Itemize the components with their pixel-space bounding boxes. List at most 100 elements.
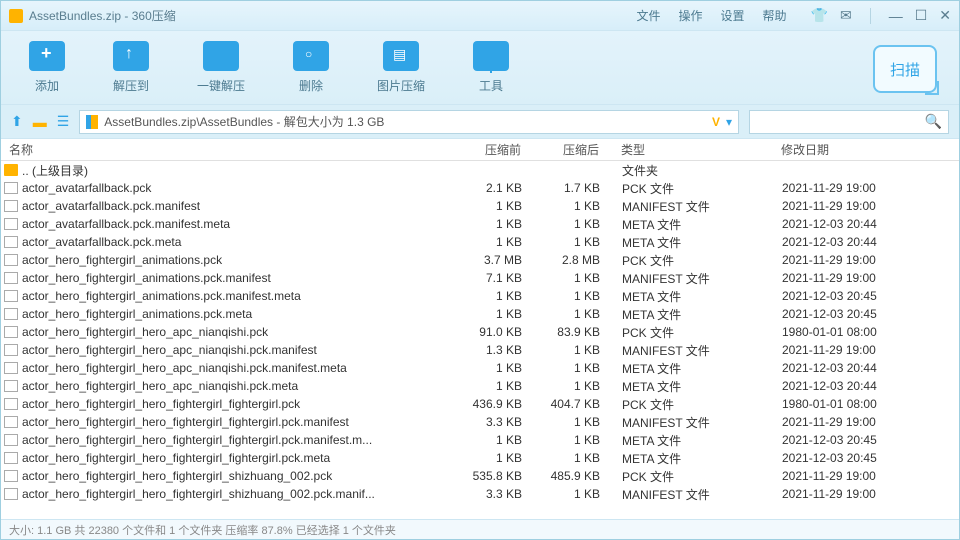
file-type: MANIFEST 文件 xyxy=(612,486,772,503)
file-type: MANIFEST 文件 xyxy=(612,342,772,359)
file-row[interactable]: actor_hero_fightergirl_animations.pck.ma… xyxy=(1,269,959,287)
file-row[interactable]: actor_hero_fightergirl_hero_apc_nianqish… xyxy=(1,359,959,377)
size-pre: 1 KB xyxy=(454,361,534,375)
column-headers: 名称 压缩前 压缩后 类型 修改日期 xyxy=(1,139,959,161)
file-type: MANIFEST 文件 xyxy=(612,198,772,215)
toolbar-tools[interactable]: 工具 xyxy=(473,41,509,94)
maximize-button[interactable]: ☐ xyxy=(915,7,928,24)
file-icon xyxy=(4,236,18,248)
file-row[interactable]: actor_hero_fightergirl_hero_fightergirl_… xyxy=(1,395,959,413)
path-v-icon[interactable]: V xyxy=(712,115,720,129)
file-type: 文件夹 xyxy=(612,162,772,179)
nav-collapse-icon[interactable]: ▬ xyxy=(33,114,47,130)
size-post: 1 KB xyxy=(534,235,612,249)
file-type: MANIFEST 文件 xyxy=(612,270,772,287)
file-row[interactable]: actor_avatarfallback.pck.manifest1 KB1 K… xyxy=(1,197,959,215)
file-icon xyxy=(4,290,18,302)
col-post[interactable]: 压缩后 xyxy=(533,141,611,158)
file-name: .. (上级目录) xyxy=(22,162,454,179)
toolbar-extract-to[interactable]: 解压到 xyxy=(113,41,149,94)
path-input[interactable]: AssetBundles.zip\AssetBundles - 解包大小为 1.… xyxy=(79,110,739,134)
col-name[interactable]: 名称 xyxy=(1,141,453,158)
file-rows: .. (上级目录)文件夹actor_avatarfallback.pck2.1 … xyxy=(1,161,959,519)
file-type: META 文件 xyxy=(612,306,772,323)
toolbar-add[interactable]: 添加 xyxy=(29,41,65,94)
onekey-icon xyxy=(203,41,239,71)
skin-icon[interactable]: 👕 xyxy=(811,7,828,24)
size-post: 83.9 KB xyxy=(534,325,612,339)
status-bar: 大小: 1.1 GB 共 22380 个文件和 1 个文件夹 压缩率 87.8%… xyxy=(1,519,959,539)
file-date: 2021-11-29 19:00 xyxy=(772,415,932,429)
file-type: PCK 文件 xyxy=(612,324,772,341)
file-icon xyxy=(4,452,18,464)
file-date: 1980-01-01 08:00 xyxy=(772,325,932,339)
archive-icon xyxy=(86,115,98,129)
feedback-icon[interactable]: ✉ xyxy=(840,7,852,24)
search-box[interactable]: 🔍 xyxy=(749,110,949,134)
nav-list-icon[interactable]: ☰ xyxy=(57,113,70,130)
file-name: actor_avatarfallback.pck.meta xyxy=(22,235,454,249)
file-row[interactable]: actor_hero_fightergirl_hero_fightergirl_… xyxy=(1,413,959,431)
col-pre[interactable]: 压缩前 xyxy=(453,141,533,158)
file-date: 2021-11-29 19:00 xyxy=(772,199,932,213)
close-button[interactable]: ✕ xyxy=(939,7,951,24)
file-icon xyxy=(4,200,18,212)
path-dropdown-icon[interactable]: ▾ xyxy=(726,115,732,129)
file-type: META 文件 xyxy=(612,450,772,467)
file-icon xyxy=(4,398,18,410)
file-row[interactable]: actor_avatarfallback.pck.meta1 KB1 KBMET… xyxy=(1,233,959,251)
file-row[interactable]: actor_hero_fightergirl_hero_apc_nianqish… xyxy=(1,323,959,341)
menu-settings[interactable]: 设置 xyxy=(721,7,745,24)
file-row[interactable]: actor_hero_fightergirl_hero_fightergirl_… xyxy=(1,431,959,449)
app-icon xyxy=(9,9,23,23)
size-pre: 7.1 KB xyxy=(454,271,534,285)
toolbar-image-compress[interactable]: 图片压缩 xyxy=(377,41,425,94)
path-text: AssetBundles.zip\AssetBundles - 解包大小为 1.… xyxy=(104,113,384,130)
size-post: 1 KB xyxy=(534,379,612,393)
path-bar: ⬆ ▬ ☰ AssetBundles.zip\AssetBundles - 解包… xyxy=(1,105,959,139)
toolbar-onekey-extract[interactable]: 一键解压 xyxy=(197,41,245,94)
file-name: actor_hero_fightergirl_hero_fightergirl_… xyxy=(22,415,454,429)
file-row[interactable]: actor_hero_fightergirl_hero_apc_nianqish… xyxy=(1,341,959,359)
file-type: PCK 文件 xyxy=(612,468,772,485)
search-icon[interactable]: 🔍 xyxy=(925,113,942,130)
size-post: 1.7 KB xyxy=(534,181,612,195)
size-post: 485.9 KB xyxy=(534,469,612,483)
file-icon xyxy=(4,434,18,446)
file-row[interactable]: actor_hero_fightergirl_animations.pck.ma… xyxy=(1,287,959,305)
file-row[interactable]: actor_hero_fightergirl_animations.pck.me… xyxy=(1,305,959,323)
menu-help[interactable]: 帮助 xyxy=(763,7,787,24)
file-row[interactable]: actor_hero_fightergirl_hero_apc_nianqish… xyxy=(1,377,959,395)
file-row[interactable]: actor_hero_fightergirl_hero_fightergirl_… xyxy=(1,467,959,485)
nav-up-icon[interactable]: ⬆ xyxy=(11,113,23,130)
scan-button[interactable]: 扫描 xyxy=(873,45,937,93)
file-row[interactable]: actor_hero_fightergirl_hero_fightergirl_… xyxy=(1,485,959,503)
size-pre: 2.1 KB xyxy=(454,181,534,195)
minimize-button[interactable]: — xyxy=(889,8,903,24)
file-icon xyxy=(4,380,18,392)
file-name: actor_hero_fightergirl_hero_apc_nianqish… xyxy=(22,343,454,357)
parent-dir-row[interactable]: .. (上级目录) 文件夹 xyxy=(1,161,959,179)
file-row[interactable]: actor_avatarfallback.pck2.1 KB1.7 KBPCK … xyxy=(1,179,959,197)
toolbar-delete[interactable]: 删除 xyxy=(293,41,329,94)
file-date: 2021-12-03 20:45 xyxy=(772,307,932,321)
menu-file[interactable]: 文件 xyxy=(636,7,660,24)
file-name: actor_avatarfallback.pck xyxy=(22,181,454,195)
file-date: 2021-12-03 20:45 xyxy=(772,451,932,465)
menu-bar: 文件 操作 设置 帮助 xyxy=(636,7,786,24)
file-row[interactable]: actor_hero_fightergirl_hero_fightergirl_… xyxy=(1,449,959,467)
size-post: 1 KB xyxy=(534,307,612,321)
size-pre: 3.7 MB xyxy=(454,253,534,267)
file-type: META 文件 xyxy=(612,432,772,449)
file-type: META 文件 xyxy=(612,378,772,395)
col-type[interactable]: 类型 xyxy=(611,141,771,158)
col-date[interactable]: 修改日期 xyxy=(771,141,931,158)
file-date: 1980-01-01 08:00 xyxy=(772,397,932,411)
file-name: actor_hero_fightergirl_hero_fightergirl_… xyxy=(22,469,454,483)
file-row[interactable]: actor_avatarfallback.pck.manifest.meta1 … xyxy=(1,215,959,233)
file-type: PCK 文件 xyxy=(612,180,772,197)
file-row[interactable]: actor_hero_fightergirl_animations.pck3.7… xyxy=(1,251,959,269)
file-date: 2021-12-03 20:45 xyxy=(772,289,932,303)
separator xyxy=(870,8,871,24)
menu-operate[interactable]: 操作 xyxy=(678,7,702,24)
